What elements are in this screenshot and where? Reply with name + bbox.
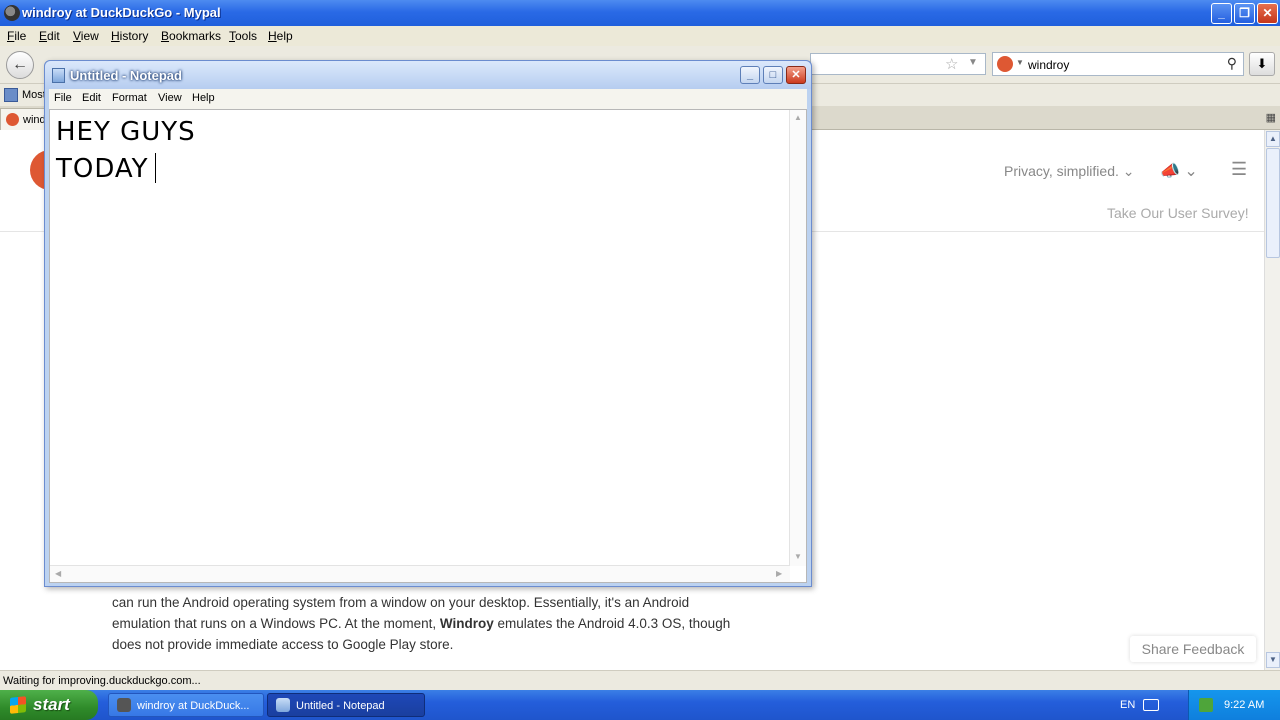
duckduckgo-favicon-icon	[6, 113, 19, 126]
back-arrow-icon[interactable]: ←	[6, 51, 34, 79]
tab-label: wind	[23, 114, 46, 126]
scroll-up-icon[interactable]: ▲	[794, 113, 802, 122]
notepad-vertical-scrollbar[interactable]: ▲ ▼	[789, 110, 806, 566]
engine-dropdown-icon[interactable]: ▼	[1016, 58, 1024, 67]
notepad-icon	[52, 68, 65, 83]
result-snippet: can run the Android operating system fro…	[112, 592, 772, 655]
menu-edit[interactable]: Edit	[39, 29, 60, 43]
clock[interactable]: 9:22 AM	[1224, 699, 1264, 711]
search-bar[interactable]: ▼ windroy ⚲	[992, 52, 1244, 76]
text-caret	[154, 153, 156, 183]
menu-file[interactable]: File	[7, 29, 26, 43]
mypal-app-icon	[4, 5, 20, 21]
notepad-close-button[interactable]: ✕	[786, 66, 806, 84]
safely-remove-hardware-icon[interactable]	[1199, 698, 1213, 712]
hamburger-menu-icon[interactable]: ☰	[1231, 159, 1247, 180]
windows-flag-icon	[10, 696, 26, 714]
snippet-line: does not provide immediate access to Goo…	[112, 637, 454, 652]
snippet-text: emulates the Android 4.0.3 OS, though	[493, 616, 731, 631]
search-icon[interactable]: ⚲	[1227, 55, 1237, 72]
url-bar[interactable]: ☆ ▼	[810, 53, 986, 75]
user-survey-link[interactable]: Take Our User Survey!	[1107, 205, 1249, 221]
language-indicator[interactable]: EN	[1120, 699, 1135, 711]
url-dropdown-icon[interactable]: ▼	[968, 57, 978, 68]
menu-view[interactable]: View	[73, 29, 99, 43]
system-tray: 9:22 AM	[1188, 690, 1280, 720]
scroll-thumb[interactable]	[1266, 148, 1280, 258]
taskbar-item-label: Untitled - Notepad	[296, 700, 385, 712]
snippet-line: can run the Android operating system fro…	[112, 595, 690, 610]
notepad-menu-file[interactable]: File	[54, 92, 72, 104]
scroll-up-icon[interactable]: ▲	[1266, 131, 1280, 147]
notepad-minimize-button[interactable]: _	[740, 66, 760, 84]
status-bar: Waiting for improving.duckduckgo.com...	[0, 670, 1280, 690]
text-line-2-value: TODAY	[56, 154, 149, 184]
menu-bookmarks[interactable]: Bookmarks	[161, 29, 221, 43]
bookmark-most-visited[interactable]: Most	[22, 89, 46, 101]
tabs-list-icon[interactable]: ▦	[1266, 111, 1276, 124]
browser-restore-button[interactable]: ❐	[1234, 3, 1255, 24]
notepad-menu-view[interactable]: View	[158, 92, 182, 104]
megaphone-icon[interactable]: 📣 ⌄	[1160, 161, 1198, 181]
notepad-menu-help[interactable]: Help	[192, 92, 215, 104]
notepad-menubar: File Edit Format View Help	[49, 89, 807, 109]
bookmark-star-icon[interactable]: ☆	[945, 55, 958, 73]
notepad-content[interactable]: HEY GUYS TODAY	[56, 114, 196, 188]
mypal-app-icon	[117, 698, 131, 712]
notepad-window[interactable]: Untitled - Notepad _ □ ✕ File Edit Forma…	[44, 60, 812, 587]
menu-tools[interactable]: Tools	[229, 29, 257, 43]
notepad-menu-edit[interactable]: Edit	[82, 92, 101, 104]
menu-history[interactable]: History	[111, 29, 148, 43]
snippet-highlight: Windroy	[439, 616, 494, 631]
notepad-title: Untitled - Notepad	[70, 68, 182, 83]
duckduckgo-icon[interactable]	[997, 56, 1013, 72]
taskbar-item-browser[interactable]: windroy at DuckDuck...	[108, 693, 264, 717]
privacy-dropdown[interactable]: Privacy, simplified. ⌄	[1004, 163, 1135, 180]
status-text: Waiting for improving.duckduckgo.com...	[3, 675, 201, 687]
share-feedback-button[interactable]: Share Feedback	[1130, 636, 1256, 662]
keyboard-icon[interactable]	[1143, 699, 1159, 711]
scroll-left-icon[interactable]: ◀	[55, 569, 61, 578]
taskbar-item-notepad[interactable]: Untitled - Notepad	[267, 693, 425, 717]
text-line-1: HEY GUYS	[56, 117, 196, 147]
menu-help[interactable]: Help	[268, 29, 293, 43]
scroll-down-icon[interactable]: ▼	[794, 552, 802, 561]
text-line-2: TODAY	[56, 151, 196, 188]
snippet-text: emulation that runs on a Windows PC. At …	[112, 616, 440, 631]
notepad-horizontal-scrollbar[interactable]: ◀ ▶	[50, 565, 790, 582]
notepad-titlebar[interactable]: Untitled - Notepad _ □ ✕	[45, 61, 811, 89]
notepad-menu-format[interactable]: Format	[112, 92, 147, 104]
taskbar: start windroy at DuckDuck... Untitled - …	[0, 690, 1280, 720]
start-label: start	[33, 695, 70, 714]
download-icon[interactable]: ⬇	[1249, 52, 1275, 76]
browser-titlebar: windroy at DuckDuckGo - Mypal _ ❐ ✕	[0, 0, 1280, 26]
most-visited-icon	[4, 88, 18, 102]
taskbar-item-label: windroy at DuckDuck...	[137, 700, 250, 712]
browser-menubar: File Edit View History Bookmarks Tools H…	[0, 26, 1280, 46]
browser-minimize-button[interactable]: _	[1211, 3, 1232, 24]
start-button[interactable]: start	[0, 690, 98, 720]
scroll-down-icon[interactable]: ▼	[1266, 652, 1280, 668]
browser-window-title: windroy at DuckDuckGo - Mypal	[22, 5, 221, 20]
snippet-line: emulation that runs on a Windows PC. At …	[112, 613, 772, 634]
search-query[interactable]: windroy	[1028, 58, 1069, 72]
notepad-text-area[interactable]: HEY GUYS TODAY ▲ ▼ ◀ ▶	[49, 109, 807, 583]
page-scrollbar[interactable]: ▲ ▼	[1264, 130, 1280, 670]
browser-close-button[interactable]: ✕	[1257, 3, 1278, 24]
scroll-right-icon[interactable]: ▶	[776, 569, 782, 578]
notepad-icon	[276, 698, 290, 712]
privacy-label: Privacy, simplified.	[1004, 163, 1119, 179]
notepad-maximize-button[interactable]: □	[763, 66, 783, 84]
